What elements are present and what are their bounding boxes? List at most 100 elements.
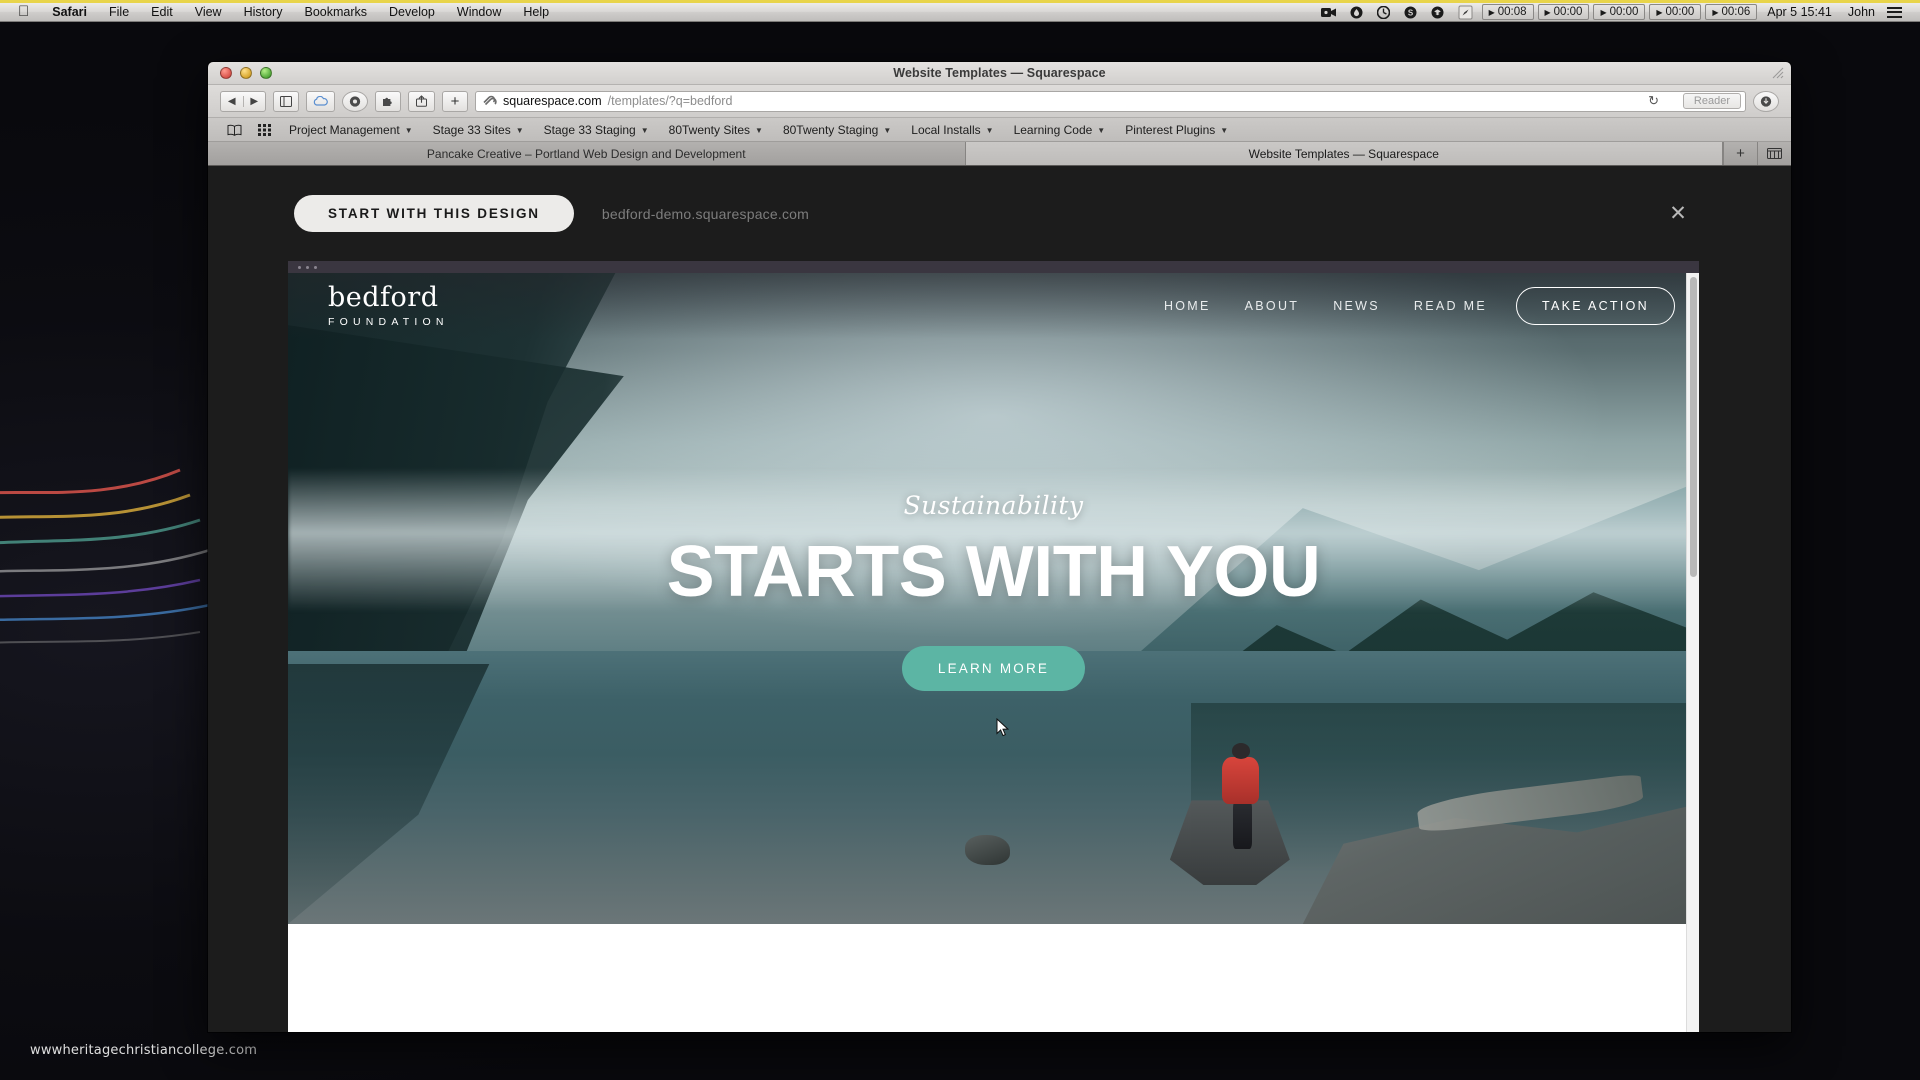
timer-2-label: 00:00 — [1553, 5, 1583, 18]
hero-title: STARTS WITH YOU — [666, 532, 1321, 612]
nav-link-about[interactable]: ABOUT — [1228, 299, 1317, 313]
tab-bar: Pancake Creative – Portland Web Design a… — [208, 142, 1791, 166]
zoom-button[interactable] — [260, 67, 272, 79]
menu-item-develop[interactable]: Develop — [378, 3, 446, 22]
timer-4[interactable]: ▶ 00:00 — [1649, 4, 1702, 20]
take-action-button[interactable]: TAKE ACTION — [1515, 287, 1675, 325]
compass-icon[interactable] — [1451, 5, 1480, 20]
nav-back-forward[interactable]: ◀ ▶ — [220, 90, 266, 112]
menu-item-edit[interactable]: Edit — [140, 3, 184, 22]
menu-bar-left:  Safari File Edit View History Bookmark… — [0, 3, 560, 21]
back-button[interactable]: ◀ — [221, 95, 244, 107]
new-tab-button[interactable]: + — [1723, 142, 1757, 165]
dropbox-icon[interactable] — [1424, 6, 1451, 19]
menu-item-history[interactable]: History — [233, 3, 294, 22]
url-host: squarespace.com — [503, 94, 602, 108]
hero-small-rock — [965, 835, 1011, 866]
menu-bar-status-items: S ▶ 00:08 ▶ 00:00 ▶ 00:00 ▶ 00:00 ▶ 00:06 Apr… — [1314, 3, 1920, 21]
bookmark-label: Project Management — [289, 122, 400, 137]
desktop-watermark: wwwheritagechristiancollege.com — [30, 1043, 258, 1058]
share-icon[interactable] — [408, 90, 435, 112]
bookmark-stage-33-staging[interactable]: Stage 33 Staging ▼ — [535, 121, 658, 139]
nav-link-home[interactable]: HOME — [1147, 299, 1228, 313]
sidebar-icon[interactable] — [273, 90, 299, 112]
menu-bar-clock[interactable]: Apr 5 15:41 — [1759, 5, 1840, 19]
grid-icon[interactable] — [251, 123, 278, 136]
bookmark-project-management[interactable]: Project Management ▼ — [280, 121, 422, 139]
reload-button[interactable]: ↻ — [1648, 93, 1659, 109]
menu-bar-user[interactable]: John — [1840, 5, 1883, 19]
book-icon[interactable] — [220, 124, 249, 136]
minimize-button[interactable] — [240, 67, 252, 79]
skype-icon[interactable]: S — [1397, 6, 1424, 19]
screen-recorder-icon[interactable] — [1314, 7, 1343, 18]
tab-pancake-creative[interactable]: Pancake Creative – Portland Web Design a… — [208, 142, 966, 165]
url-path: /templates/?q=bedford — [607, 94, 733, 108]
nav-link-read-me[interactable]: READ ME — [1397, 299, 1504, 313]
clock-gauge-icon[interactable] — [1370, 5, 1397, 19]
bookmark-local-installs[interactable]: Local Installs ▼ — [902, 121, 1002, 139]
chevron-down-icon: ▼ — [985, 126, 994, 135]
page-scrollbar-thumb[interactable] — [1690, 277, 1697, 577]
window-title: Website Templates — Squarespace — [893, 66, 1106, 80]
tab-label: Website Templates — Squarespace — [1248, 146, 1439, 161]
hero-eyebrow: Sustainability — [903, 491, 1084, 520]
apple-logo-icon[interactable]:  — [14, 4, 41, 19]
bookmark-pinterest-plugins[interactable]: Pinterest Plugins ▼ — [1116, 121, 1237, 139]
start-with-this-design-button[interactable]: START WITH THIS DESIGN — [294, 195, 574, 232]
chevron-down-icon: ▼ — [1220, 126, 1229, 135]
address-bar[interactable]: squarespace.com /templates/?q=bedford ↻ … — [475, 90, 1746, 112]
learn-more-button[interactable]: LEARN MORE — [901, 646, 1086, 691]
forward-button[interactable]: ▶ — [244, 96, 266, 107]
menu-item-window[interactable]: Window — [446, 3, 512, 22]
page-scrollbar[interactable] — [1686, 273, 1699, 1032]
puzzle-icon[interactable] — [375, 90, 401, 112]
bookmark-80twenty-sites[interactable]: 80Twenty Sites ▼ — [660, 121, 772, 139]
close-icon[interactable]: ✕ — [1665, 201, 1691, 227]
timer-1-label: 00:08 — [1497, 5, 1527, 18]
close-button[interactable] — [220, 67, 232, 79]
timer-3[interactable]: ▶ 00:00 — [1593, 4, 1646, 20]
bookmark-label: Pinterest Plugins — [1125, 122, 1216, 137]
new-tab-button[interactable]: + — [442, 90, 468, 112]
timer-3-label: 00:00 — [1609, 5, 1639, 18]
bookmark-learning-code[interactable]: Learning Code ▼ — [1005, 121, 1115, 139]
bookmark-stage-33-sites[interactable]: Stage 33 Sites ▼ — [424, 121, 533, 139]
timer-1[interactable]: ▶ 00:08 — [1481, 4, 1534, 20]
menu-item-view[interactable]: View — [184, 3, 233, 22]
chevron-down-icon: ▼ — [515, 126, 524, 135]
site-section-below-hero — [288, 924, 1699, 1032]
bookmark-label: Stage 33 Staging — [543, 122, 636, 137]
demo-url-label: bedford-demo.squarespace.com — [601, 205, 810, 222]
preview-frame-chrome — [288, 261, 1699, 273]
timer-5-label: 00:06 — [1721, 5, 1751, 18]
tab-website-templates[interactable]: Website Templates — Squarespace — [965, 142, 1723, 165]
timer-2[interactable]: ▶ 00:00 — [1537, 4, 1590, 20]
hero-section: bedford FOUNDATION HOME ABOUT NEWS READ … — [288, 273, 1699, 924]
site-logo[interactable]: bedford FOUNDATION — [328, 284, 449, 328]
window-resize-corner[interactable] — [1772, 67, 1784, 79]
menu-item-bookmarks[interactable]: Bookmarks — [293, 3, 378, 22]
nav-link-news[interactable]: NEWS — [1316, 299, 1397, 313]
squarespace-favicon — [483, 95, 497, 106]
menu-item-file[interactable]: File — [98, 3, 140, 22]
site-nav-links: HOME ABOUT NEWS READ ME TAKE ACTION — [1147, 287, 1675, 325]
reader-button[interactable]: Reader — [1682, 93, 1741, 109]
icloud-icon[interactable] — [306, 90, 335, 112]
droplet-icon[interactable] — [1343, 6, 1370, 19]
menu-item-safari[interactable]: Safari — [41, 3, 98, 22]
downloads-icon[interactable] — [1753, 90, 1779, 112]
site-logo-subtitle: FOUNDATION — [328, 316, 449, 328]
window-title-bar: Website Templates — Squarespace — [208, 62, 1791, 85]
hero-copy: Sustainability STARTS WITH YOU LEARN MOR… — [288, 491, 1699, 691]
reader-toggle-icon[interactable] — [342, 90, 368, 112]
menu-item-help[interactable]: Help — [512, 3, 560, 22]
notification-lines-icon[interactable] — [1883, 6, 1910, 18]
bookmark-label: 80Twenty Sites — [668, 122, 751, 137]
chevron-down-icon: ▼ — [1097, 126, 1106, 135]
bookmark-80twenty-staging[interactable]: 80Twenty Staging ▼ — [774, 121, 900, 139]
chevron-down-icon: ▼ — [755, 126, 763, 135]
mac-menu-bar:  Safari File Edit View History Bookmark… — [0, 0, 1920, 22]
tab-overview-button[interactable] — [1757, 142, 1791, 165]
timer-5[interactable]: ▶ 00:06 — [1705, 4, 1758, 20]
